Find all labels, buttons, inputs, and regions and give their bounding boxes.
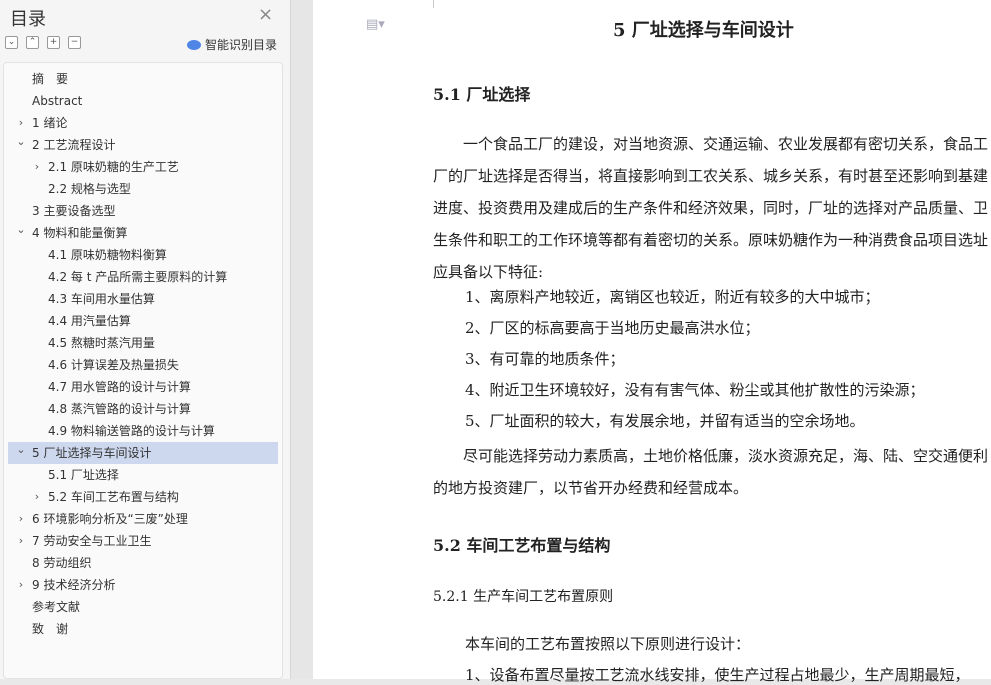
toc-item-label: 2 工艺流程设计 — [32, 138, 116, 152]
panel-gap — [291, 0, 313, 679]
toc-item[interactable]: 4.8 蒸汽管路的设计与计算 — [8, 398, 278, 420]
toc-title: 目录 — [10, 9, 46, 30]
expand-all-icon[interactable]: ⌄ — [5, 36, 18, 49]
add-heading-icon[interactable]: + — [47, 36, 60, 49]
toc-item-label: 1 绪论 — [32, 116, 68, 130]
toc-item-label: 2.1 原味奶糖的生产工艺 — [48, 160, 179, 174]
toc-item[interactable]: 4.3 车间用水量估算 — [8, 288, 278, 310]
toc-item[interactable]: ⌄ 2 工艺流程设计 — [8, 134, 278, 156]
section-title-5-1: 5.1 厂址选择 — [433, 85, 531, 104]
collapse-all-icon[interactable]: ⌃ — [26, 36, 39, 49]
toc-item-label: 4.8 蒸汽管路的设计与计算 — [48, 402, 191, 416]
remove-heading-icon[interactable]: − — [68, 36, 81, 49]
toc-item[interactable]: 3 主要设备选型 — [8, 200, 278, 222]
toc-item[interactable]: 致 谢 — [8, 618, 278, 640]
toc-item[interactable]: › 2.1 原味奶糖的生产工艺 — [8, 156, 278, 178]
toc-item[interactable]: › 1 绪论 — [8, 112, 278, 134]
closing-paragraph: 尽可能选择劳动力素质高，土地价格低廉，淡水资源充足，海、陆、空交通便利的地方投资… — [433, 447, 989, 497]
feature-list-item: 4、附近卫生环境较好，没有有害气体、粉尘或其他扩散性的污染源； — [465, 381, 925, 399]
feature-list-item: 2、厂区的标高要高于当地历史最高洪水位； — [465, 319, 760, 337]
toc-item-label: 5.2 车间工艺布置与结构 — [48, 490, 179, 504]
toc-item[interactable]: › 5.2 车间工艺布置与结构 — [8, 486, 278, 508]
smart-toc-icon — [187, 39, 201, 50]
toc-item[interactable]: 参考文献 — [8, 596, 278, 618]
chevron-right-icon[interactable]: › — [31, 486, 43, 508]
chevron-down-icon[interactable]: ⌄ — [15, 439, 27, 461]
document-page: ▤▾ 5 厂址选择与车间设计 5.1 厂址选择 一个食品工厂的建设，对当地资源、… — [313, 0, 991, 684]
toc-item[interactable]: 4.4 用汽量估算 — [8, 310, 278, 332]
toc-panel: 目录 × ⌄ ⌃ + − 智能识别目录 摘 要 Abstract › 1 绪论 ⌄ 2 工… — [0, 0, 291, 679]
toc-item[interactable]: › 7 劳动安全与工业卫生 — [8, 530, 278, 552]
subsection-title: 5.2.1 生产车间工艺布置原则 — [433, 589, 614, 605]
toc-item-label: 3 主要设备选型 — [32, 204, 116, 218]
close-icon[interactable]: × — [258, 4, 273, 25]
toc-item[interactable]: 4.2 每 t 产品所需主要原料的计算 — [8, 266, 278, 288]
toc-item-label: 参考文献 — [32, 600, 81, 614]
toc-item[interactable]: 4.6 计算误差及热量损失 — [8, 354, 278, 376]
chevron-right-icon[interactable]: › — [31, 156, 43, 178]
toc-item[interactable]: ⌄ 5 厂址选择与车间设计 — [8, 442, 278, 464]
chevron-right-icon[interactable]: › — [15, 530, 27, 552]
chevron-right-icon[interactable]: › — [15, 508, 27, 530]
page-corner-mark — [433, 0, 434, 8]
toc-item-label: 5.1 厂址选择 — [48, 468, 119, 482]
chapter-title: 5 厂址选择与车间设计 — [613, 20, 794, 41]
toc-item-label: 4.3 车间用水量估算 — [48, 292, 155, 306]
toc-item[interactable]: 5.1 厂址选择 — [8, 464, 278, 486]
subsection-intro: 本车间的工艺布置按照以下原则进行设计： — [465, 635, 751, 653]
toc-item-label: 6 环境影响分析及“三废”处理 — [32, 512, 188, 526]
subsection-item-1: 1、设备布置尽量按工艺流水线安排，使生产过程占地最少，生产周期最短， — [465, 666, 970, 684]
section-title-5-2: 5.2 车间工艺布置与结构 — [433, 536, 611, 555]
smart-toc-button[interactable]: 智能识别目录 — [187, 36, 277, 53]
toc-item-label: 4.9 物料输送管路的设计与计算 — [48, 424, 215, 438]
toc-list: 摘 要 Abstract › 1 绪论 ⌄ 2 工艺流程设计 › 2.1 原味奶糖的生产工艺 2… — [3, 62, 283, 679]
toc-item-label: 4.5 熬糖时蒸汽用量 — [48, 336, 155, 350]
page-doc-icon[interactable]: ▤▾ — [366, 17, 385, 32]
feature-list-item: 3、有可靠的地质条件； — [465, 350, 625, 368]
toc-toolbar: ⌄ ⌃ + − — [5, 36, 81, 49]
toc-item[interactable]: ⌄ 4 物料和能量衡算 — [8, 222, 278, 244]
toc-item[interactable]: 4.9 物料输送管路的设计与计算 — [8, 420, 278, 442]
toc-item-label: 8 劳动组织 — [32, 556, 92, 570]
feature-list-item: 1、离原料产地较近，离销区也较近，附近有较多的大中城市； — [465, 288, 880, 306]
toc-item-label: 7 劳动安全与工业卫生 — [32, 534, 152, 548]
toc-item[interactable]: 摘 要 — [8, 68, 278, 90]
toc-item-label: 9 技术经济分析 — [32, 578, 116, 592]
toc-item-label: 5 厂址选择与车间设计 — [32, 446, 152, 460]
intro-paragraph: 一个食品工厂的建设，对当地资源、交通运输、农业发展都有密切关系，食品工厂的厂址选… — [433, 135, 989, 281]
toc-item-label: 4.2 每 t 产品所需主要原料的计算 — [48, 270, 228, 284]
feature-list-item: 5、厂址面积的较大，有发展余地，并留有适当的空余场地。 — [465, 412, 865, 430]
smart-toc-label: 智能识别目录 — [205, 38, 278, 52]
toc-item-label: 4 物料和能量衡算 — [32, 226, 128, 240]
chevron-down-icon[interactable]: ⌄ — [15, 219, 27, 241]
toc-item-label: 致 谢 — [32, 622, 69, 636]
toc-item[interactable]: Abstract — [8, 90, 278, 112]
toc-item[interactable]: 8 劳动组织 — [8, 552, 278, 574]
toc-item[interactable]: 4.1 原味奶糖物料衡算 — [8, 244, 278, 266]
toc-item-label: 2.2 规格与选型 — [48, 182, 131, 196]
toc-item[interactable]: 4.5 熬糖时蒸汽用量 — [8, 332, 278, 354]
chevron-right-icon[interactable]: › — [15, 574, 27, 596]
toc-item-label: 4.4 用汽量估算 — [48, 314, 131, 328]
toc-item[interactable]: 4.7 用水管路的设计与计算 — [8, 376, 278, 398]
toc-item-label: 4.6 计算误差及热量损失 — [48, 358, 179, 372]
toc-item-label: Abstract — [32, 94, 83, 108]
chevron-down-icon[interactable]: ⌄ — [15, 131, 27, 153]
toc-item-label: 摘 要 — [32, 72, 69, 86]
toc-item-label: 4.7 用水管路的设计与计算 — [48, 380, 191, 394]
toc-item[interactable]: 2.2 规格与选型 — [8, 178, 278, 200]
toc-item[interactable]: › 6 环境影响分析及“三废”处理 — [8, 508, 278, 530]
toc-item[interactable]: › 9 技术经济分析 — [8, 574, 278, 596]
toc-item-label: 4.1 原味奶糖物料衡算 — [48, 248, 167, 262]
